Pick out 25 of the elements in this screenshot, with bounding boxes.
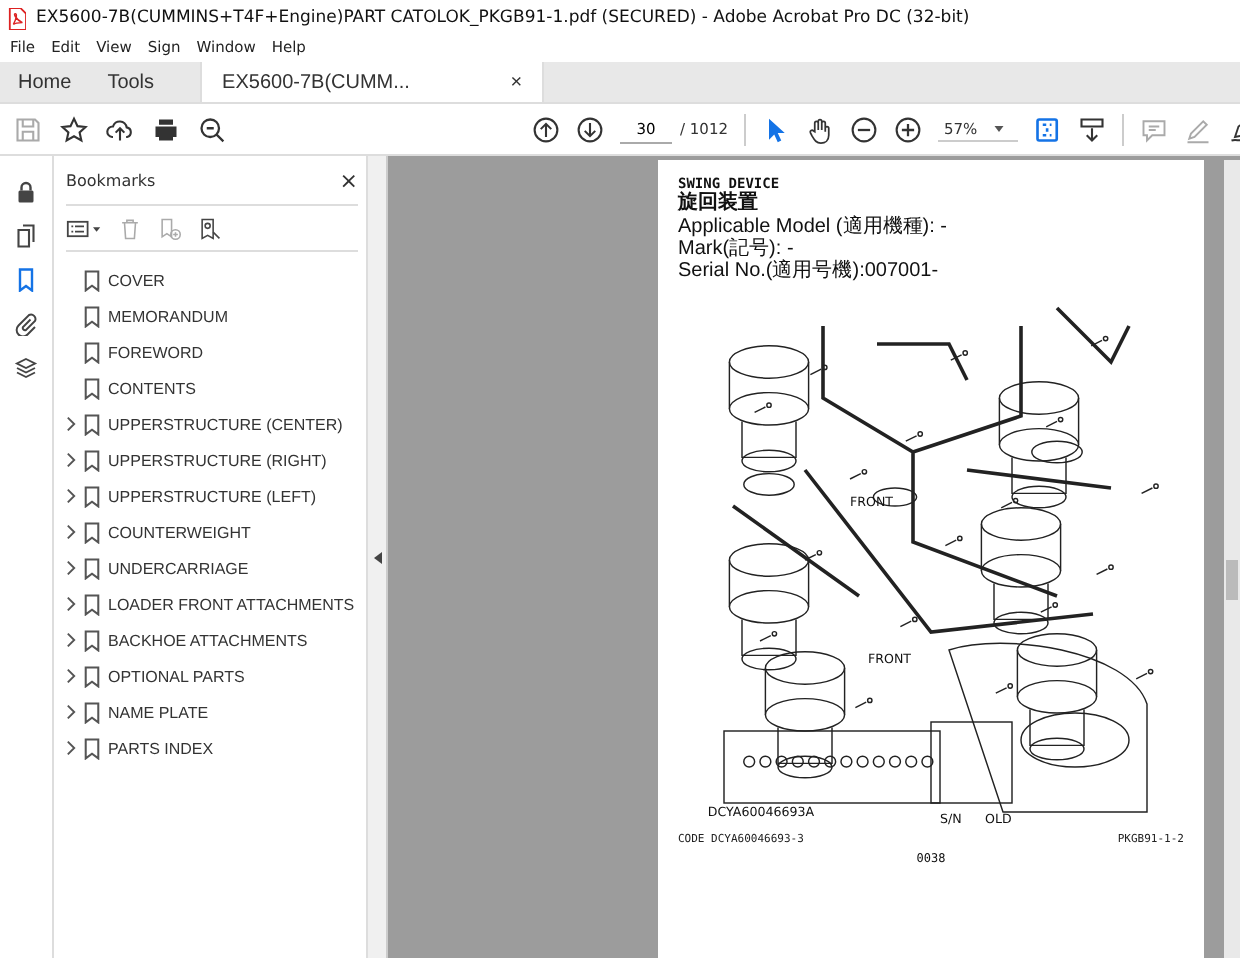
bookmark-item[interactable]: LOADER FRONT ATTACHMENTS [108,595,355,613]
bookmark-item[interactable]: UPPERSTRUCTURE (CENTER) [108,415,343,433]
tab[interactable]: EX5600-7B(CUMM... × [200,62,545,102]
bookmark-item[interactable]: OPTIONAL PARTS [108,667,245,685]
bookmark-item[interactable]: FOREWORD [108,343,204,361]
bookmark-item[interactable]: COUNTERWEIGHT [108,523,251,541]
info-line: Mark(記号): - [678,238,796,260]
bookmark-item[interactable]: CONTENTS [108,379,196,397]
bookmark-item[interactable]: BACKHOE ATTACHMENTS [108,631,308,649]
window-title: EX5600-7B(CUMMINS+T4F+Engine)PART CATOLOK_PKGB91-1.pdf (SECURED) - Adobe Acrobat Pro DC (32-bit) [36,8,970,28]
bookmark-item[interactable]: UNDERCARRIAGE [108,559,249,577]
bookmark-item[interactable]: NAME PLATE [108,703,209,721]
bookmark-item[interactable]: UPPERSTRUCTURE (RIGHT) [108,451,327,469]
info-line: Serial No.(適用号機):007001- [678,260,941,282]
panel-title: Bookmarks [66,171,156,189]
page-heading: 旋回装置 [678,192,760,216]
info-line: Applicable Model (適用機種): - [678,216,949,238]
close-icon[interactable]: × [339,167,358,193]
close-icon[interactable]: × [510,71,523,93]
bookmark-item[interactable]: MEMORANDUM [108,307,228,325]
bookmark-item[interactable]: PARTS INDEX [108,739,214,757]
bookmark-item[interactable]: COVER [108,271,165,289]
tab[interactable]: Tools [89,62,173,102]
tab[interactable]: Home [0,62,90,102]
bookmark-item[interactable]: UPPERSTRUCTURE (LEFT) [108,487,317,505]
